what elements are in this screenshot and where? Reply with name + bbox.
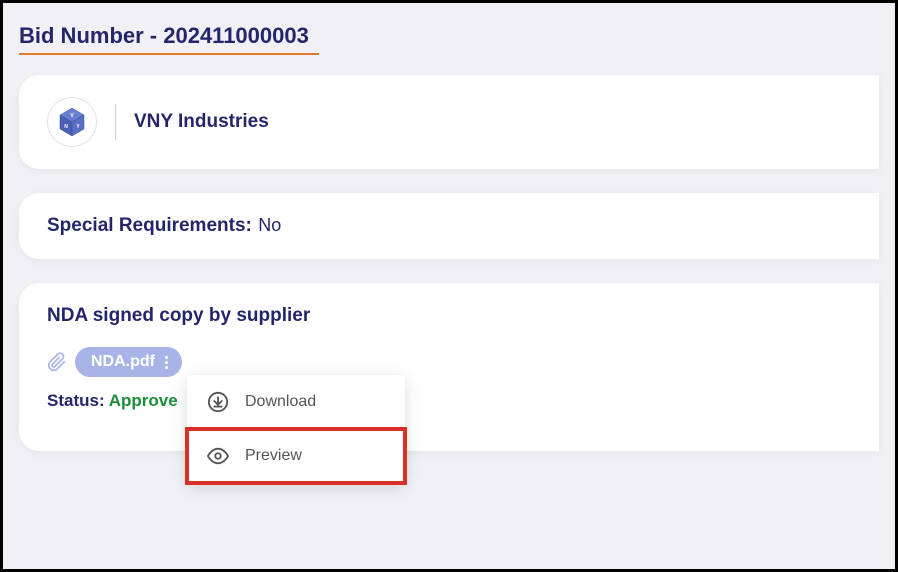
svg-text:N: N [64, 124, 68, 130]
special-requirements-value: No [258, 215, 281, 235]
download-icon [207, 391, 229, 413]
nda-card: NDA signed copy by supplier NDA.pdf Down… [19, 283, 879, 451]
more-icon[interactable] [165, 356, 168, 369]
cube-icon: V N Y [56, 106, 88, 138]
file-name: NDA.pdf [91, 353, 155, 371]
company-logo: V N Y [47, 97, 97, 147]
status-label: Status: [47, 391, 105, 410]
title-prefix: Bid Number - [19, 23, 163, 48]
preview-label: Preview [245, 447, 302, 465]
title-underline [19, 53, 319, 55]
paperclip-icon [47, 350, 67, 374]
file-dropdown-menu: Download Preview [187, 375, 405, 483]
preview-menu-item[interactable]: Preview [187, 429, 405, 483]
bid-number: 202411000003 [163, 23, 309, 48]
download-label: Download [245, 393, 316, 411]
status-row: Status: Approve [47, 391, 851, 411]
attachment-row: NDA.pdf Download [47, 347, 851, 377]
nda-title: NDA signed copy by supplier [47, 305, 851, 327]
page-title: Bid Number - 202411000003 [19, 23, 309, 49]
download-menu-item[interactable]: Download [187, 375, 405, 429]
special-requirements-label: Special Requirements: [47, 215, 252, 236]
divider [115, 104, 116, 140]
company-card: V N Y VNY Industries [19, 75, 879, 169]
eye-icon [207, 445, 229, 467]
file-pill[interactable]: NDA.pdf [75, 347, 182, 377]
company-name: VNY Industries [134, 111, 269, 133]
special-requirements-card: Special Requirements: No [19, 193, 879, 259]
status-value: Approve [109, 391, 178, 410]
